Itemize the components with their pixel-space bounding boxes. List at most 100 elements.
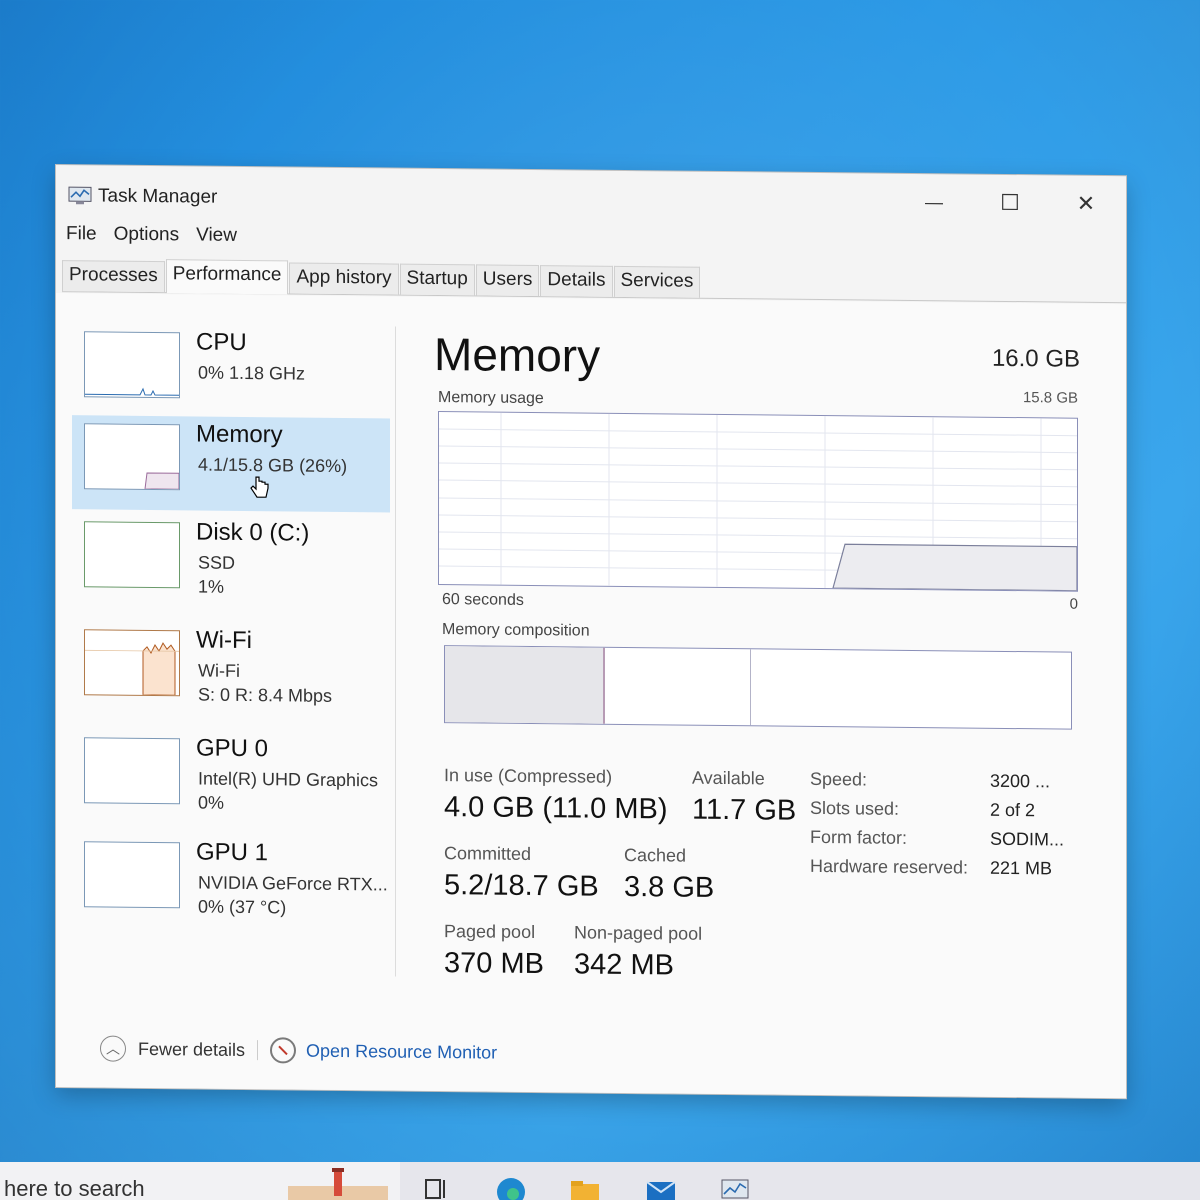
page-title: Memory <box>434 327 601 382</box>
memory-usage-graph <box>438 411 1078 592</box>
composition-free <box>751 649 1071 728</box>
cached-label: Cached <box>624 844 687 866</box>
memory-composition-bar <box>444 645 1072 730</box>
available-label: Available <box>692 767 765 789</box>
gpu0-thumbnail-graph <box>84 737 180 805</box>
non-paged-pool-value: 342 MB <box>574 948 674 982</box>
composition-label: Memory composition <box>442 621 590 640</box>
task-manager-window: Task Manager — ☐ ✕ File Options View Pro… <box>56 165 1126 1099</box>
hardware-reserved-value: 221 MB <box>990 857 1053 879</box>
sidebar-divider <box>395 326 396 977</box>
non-paged-pool-label: Non-paged pool <box>574 922 703 944</box>
taskbar: here to search <box>0 1162 1200 1200</box>
graph-time-left: 60 seconds <box>442 591 524 609</box>
form-factor-value: SODIM... <box>990 828 1065 850</box>
sidebar-detail: NVIDIA GeForce RTX... <box>198 872 388 895</box>
file-explorer-icon[interactable] <box>568 1172 602 1200</box>
available-value: 11.7 GB <box>692 793 797 827</box>
sidebar-detail: 0% <box>198 792 225 813</box>
footer-bar: ︿ Fewer details Open Resource Monitor <box>100 1033 497 1067</box>
search-placeholder: here to search <box>4 1176 145 1200</box>
title-bar[interactable]: Task Manager — ☐ ✕ <box>56 165 1126 230</box>
sidebar-detail: Wi-Fi <box>198 660 240 681</box>
cached-value: 3.8 GB <box>624 870 715 904</box>
sidebar-item-cpu[interactable]: CPU 0% 1.18 GHz <box>72 323 390 420</box>
menu-file[interactable]: File <box>66 223 114 245</box>
in-use-label: In use (Compressed) <box>444 765 613 787</box>
sidebar-detail: 4.1/15.8 GB (26%) <box>198 454 348 477</box>
menu-options[interactable]: Options <box>114 224 196 247</box>
close-button[interactable]: ✕ <box>1056 185 1116 222</box>
sidebar-item-gpu1[interactable]: GPU 1 NVIDIA GeForce RTX... 0% (37 °C) <box>72 833 390 930</box>
graph-time-right: 0 <box>1069 595 1078 613</box>
sidebar-title: GPU 1 <box>196 838 269 867</box>
maximize-button[interactable]: ☐ <box>980 185 1040 222</box>
resource-monitor-icon <box>270 1037 297 1064</box>
sidebar-title: Disk 0 (C:) <box>196 518 310 547</box>
maximize-icon: ☐ <box>1000 189 1020 216</box>
committed-label: Committed <box>444 843 532 864</box>
footer-divider <box>257 1040 259 1061</box>
tab-users[interactable]: Users <box>475 264 540 297</box>
tab-processes[interactable]: Processes <box>62 260 165 293</box>
sidebar-title: Memory <box>196 420 283 449</box>
performance-content: CPU 0% 1.18 GHz Memory 4.1/15.8 GB (26%)… <box>56 293 1126 1099</box>
slots-used-label: Slots used: <box>810 797 900 819</box>
resource-sidebar: CPU 0% 1.18 GHz Memory 4.1/15.8 GB (26%)… <box>72 323 392 926</box>
wifi-thumbnail-graph <box>84 629 180 697</box>
memory-thumbnail-graph <box>84 423 180 491</box>
menu-view[interactable]: View <box>196 224 254 247</box>
sidebar-title: GPU 0 <box>196 734 269 763</box>
mail-icon[interactable] <box>644 1172 678 1200</box>
task-manager-app-icon <box>68 186 92 205</box>
composition-standby <box>605 647 751 726</box>
menu-bar: File Options View <box>66 223 254 247</box>
tab-startup[interactable]: Startup <box>399 263 475 296</box>
open-resource-monitor-link[interactable]: Open Resource Monitor <box>306 1040 497 1063</box>
usage-graph-max: 15.8 GB <box>1022 389 1078 407</box>
tab-performance[interactable]: Performance <box>165 259 289 295</box>
tab-details[interactable]: Details <box>540 265 613 297</box>
tab-app-history[interactable]: App history <box>289 262 399 295</box>
committed-value: 5.2/18.7 GB <box>444 869 599 903</box>
sidebar-title: Wi-Fi <box>196 626 252 655</box>
sidebar-detail: Intel(R) UHD Graphics <box>198 768 379 791</box>
sidebar-item-gpu0[interactable]: GPU 0 Intel(R) UHD Graphics 0% <box>72 729 390 826</box>
usage-graph-label: Memory usage <box>438 389 544 408</box>
form-factor-label: Form factor: <box>810 826 908 848</box>
task-manager-taskbar-icon[interactable] <box>718 1172 752 1200</box>
edge-browser-icon[interactable] <box>494 1172 528 1200</box>
sidebar-detail: 0% (37 °C) <box>198 896 287 918</box>
taskbar-search-box[interactable]: here to search <box>0 1162 400 1200</box>
fewer-details-button[interactable]: Fewer details <box>138 1038 245 1060</box>
sidebar-item-wifi[interactable]: Wi-Fi Wi-Fi S: 0 R: 8.4 Mbps <box>72 621 390 718</box>
paged-pool-label: Paged pool <box>444 921 536 943</box>
slots-used-value: 2 of 2 <box>990 799 1036 821</box>
minimize-button[interactable]: — <box>904 184 964 221</box>
cpu-thumbnail-graph <box>84 331 180 399</box>
search-highlight-icon <box>288 1168 388 1200</box>
hand-cursor-icon <box>250 476 269 498</box>
tab-services[interactable]: Services <box>613 265 701 298</box>
sidebar-detail: 0% 1.18 GHz <box>198 362 306 384</box>
composition-in-use <box>445 646 605 724</box>
gpu1-thumbnail-graph <box>84 841 180 909</box>
speed-label: Speed: <box>810 768 868 790</box>
sidebar-detail: SSD <box>198 552 236 573</box>
paged-pool-value: 370 MB <box>444 947 544 981</box>
in-use-value: 4.0 GB (11.0 MB) <box>444 791 668 826</box>
window-title: Task Manager <box>98 185 218 208</box>
close-icon: ✕ <box>1076 190 1096 216</box>
memory-panel: Memory 16.0 GB Memory usage 15.8 GB 60 s… <box>434 327 1084 1014</box>
hardware-reserved-label: Hardware reserved: <box>810 855 969 878</box>
memory-total: 16.0 GB <box>991 344 1080 373</box>
sidebar-item-memory[interactable]: Memory 4.1/15.8 GB (26%) <box>72 415 390 513</box>
task-view-icon[interactable] <box>420 1172 454 1200</box>
sidebar-title: CPU <box>196 328 247 356</box>
chevron-up-icon[interactable]: ︿ <box>100 1035 126 1062</box>
minimize-icon: — <box>925 191 943 212</box>
disk-thumbnail-graph <box>84 521 180 589</box>
sidebar-item-disk[interactable]: Disk 0 (C:) SSD 1% <box>72 513 390 610</box>
sidebar-detail: S: 0 R: 8.4 Mbps <box>198 684 333 706</box>
sidebar-detail: 1% <box>198 576 225 597</box>
